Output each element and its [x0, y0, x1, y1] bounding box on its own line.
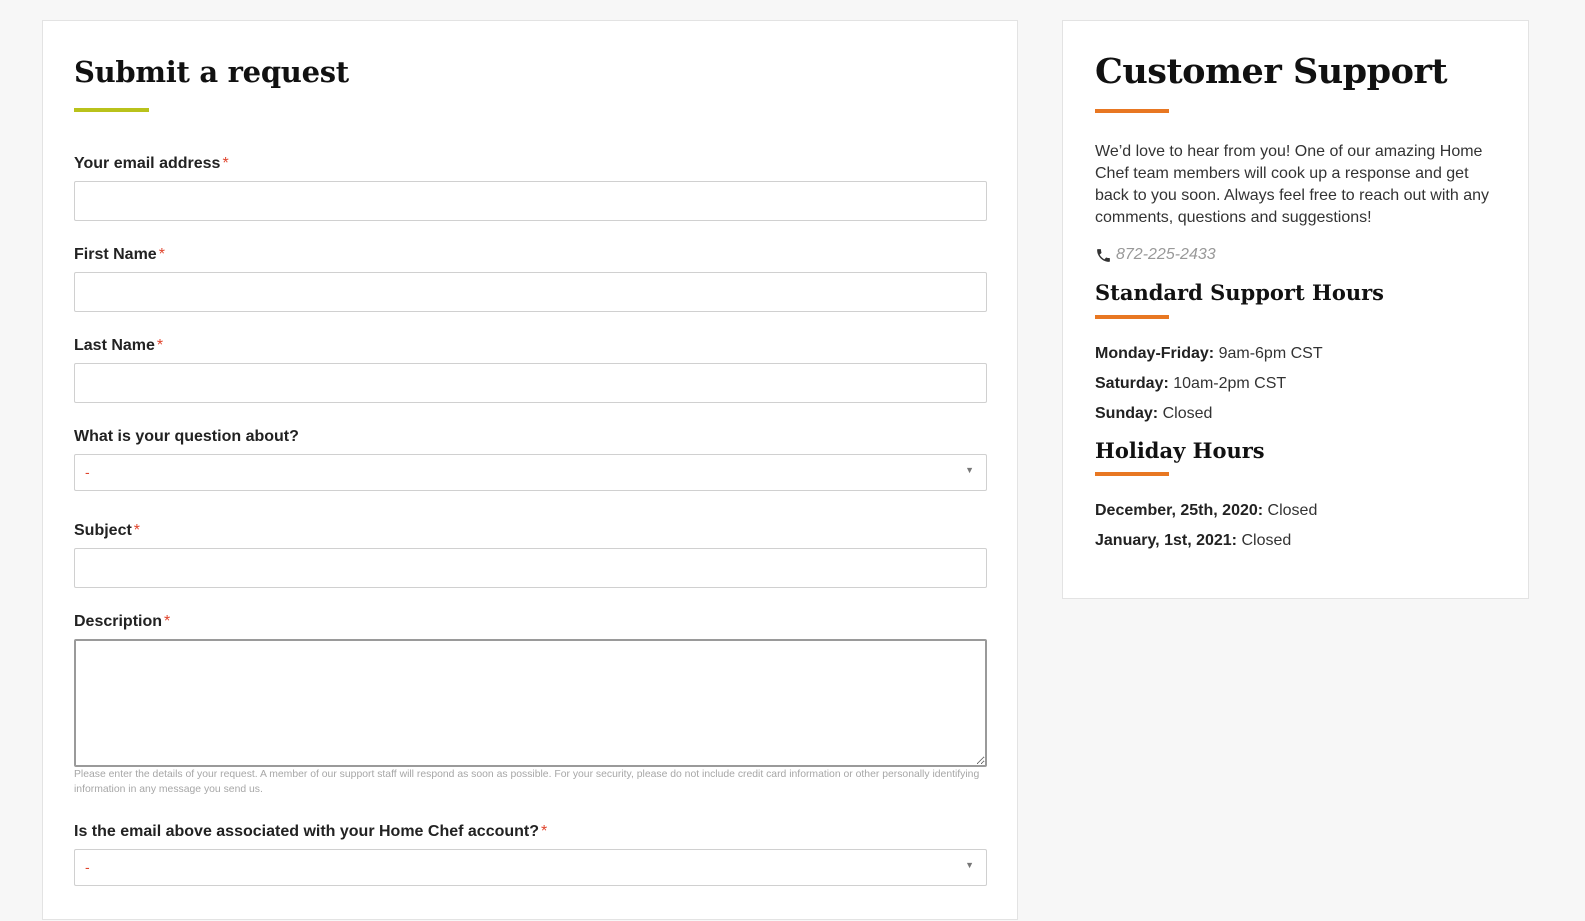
chevron-down-icon: ▼	[965, 860, 974, 870]
phone-icon	[1097, 248, 1110, 262]
email-label: Your email address *	[74, 155, 229, 172]
description-hint: Please enter the details of your request…	[74, 769, 980, 795]
hours-row: Saturday: 10am-2pm CST	[1095, 375, 1287, 392]
first-name-field[interactable]	[74, 272, 987, 312]
select-value: -	[85, 464, 90, 480]
standard-hours-title: Standard Support Hours	[1095, 280, 1384, 305]
customer-support-panel: Customer Support We’d love to hear from …	[1062, 20, 1529, 599]
support-title-underline	[1095, 109, 1169, 113]
holiday-hours-title: Holiday Hours	[1095, 438, 1265, 463]
required-marker: *	[222, 155, 229, 172]
last-name-label: Last Name *	[74, 337, 164, 354]
support-intro: We’d love to hear from you! One of our a…	[1095, 143, 1489, 226]
account-association-label: Is the email above associated with your …	[74, 823, 548, 840]
hours-row: Sunday: Closed	[1095, 405, 1213, 422]
hours-row: Monday-Friday: 9am-6pm CST	[1095, 345, 1323, 362]
request-form-panel: Submit a request Your email address * Fir…	[42, 20, 1018, 920]
description-label: Description *	[74, 613, 171, 630]
chevron-down-icon: ▼	[965, 465, 974, 475]
required-marker: *	[541, 823, 548, 840]
required-marker: *	[133, 522, 141, 539]
holiday-row: December, 25th, 2020: Closed	[1095, 502, 1318, 519]
subject-label: Subject *	[74, 522, 141, 539]
request-form: Submit a request Your email address * Fir…	[74, 51, 987, 886]
email-field[interactable]	[74, 181, 987, 221]
holiday-row: January, 1st, 2021: Closed	[1095, 532, 1292, 549]
question-about-select[interactable]: - ▼	[74, 454, 987, 491]
question-about-label: What is your question about?	[74, 428, 299, 445]
phone-number: 872-225-2433	[1116, 246, 1216, 263]
support-title: Customer Support	[1095, 51, 1448, 92]
last-name-field[interactable]	[74, 363, 987, 403]
select-value: -	[85, 859, 90, 875]
required-marker: *	[164, 613, 171, 630]
description-textarea[interactable]	[74, 639, 987, 767]
holiday-hours-underline	[1095, 472, 1169, 476]
required-marker: *	[156, 337, 164, 354]
support-phone[interactable]: 872-225-2433	[1095, 246, 1216, 264]
account-association-select[interactable]: - ▼	[74, 849, 987, 886]
required-marker: *	[158, 246, 165, 263]
first-name-label: First Name *	[74, 246, 165, 263]
subject-field[interactable]	[74, 548, 987, 588]
standard-hours-underline	[1095, 315, 1169, 319]
